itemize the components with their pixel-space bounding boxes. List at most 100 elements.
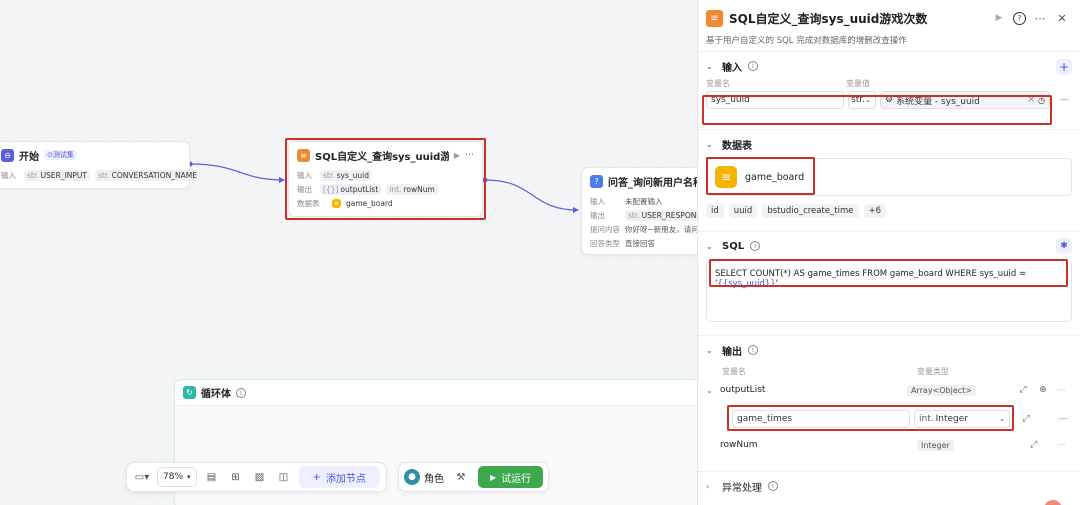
workflow-canvas[interactable]: ⊖ 开始 ⊙测试集 输入 str. USER_INPUT str. CONVERSA… xyxy=(0,0,711,505)
chevron-down-icon[interactable]: ⌄ xyxy=(706,242,716,251)
qa-answer-type-label: 回答类型 xyxy=(590,238,620,248)
more-icon[interactable]: ⋯ xyxy=(465,150,474,160)
output-type: Array<Object> xyxy=(907,384,977,396)
qa-answer-type-value: 直接回答 xyxy=(625,238,655,248)
close-icon[interactable]: ✕ xyxy=(1054,10,1070,26)
test-run-button[interactable]: ▶ 试运行 xyxy=(478,466,544,488)
chevron-down-icon[interactable]: ⌄ xyxy=(706,386,716,395)
qa-input-label: 输入 xyxy=(590,196,605,206)
info-icon[interactable]: i xyxy=(768,481,778,491)
run-node-icon[interactable]: ▶ xyxy=(454,151,460,160)
input-name-field[interactable]: sys_uuid xyxy=(706,91,844,109)
table-card[interactable]: ≡ game_board xyxy=(706,158,1072,196)
frame-icon[interactable]: ◫ xyxy=(275,468,293,486)
sql-query-suffix: ' xyxy=(775,279,778,289)
input-section: ⌄ 输入 i + 变量名 变量值 sys_uuid str. ⌄ ⚙ 系统变量 - s… xyxy=(698,52,1080,130)
sql-node[interactable]: ≡ SQL自定义_查询sys_uuid游戏... ▶ ⋯ 输入 str.sys_… xyxy=(288,141,483,217)
chevron-down-icon[interactable]: ⌄ xyxy=(706,140,716,149)
start-var-conversation-name: str. CONVERSATION_NAME xyxy=(95,169,200,181)
gear-icon: ⚙ xyxy=(885,95,894,105)
info-icon[interactable]: i xyxy=(748,345,758,355)
remove-icon[interactable]: — xyxy=(1057,440,1066,450)
node-config-panel: ≡ SQL自定义_查询sys_uuid游戏次数 ▶ ? ⋯ ✕ 基于用户自定义的… xyxy=(697,0,1080,505)
remove-input-icon[interactable]: — xyxy=(1060,95,1069,105)
chevron-down-icon: ⌄ xyxy=(999,415,1005,423)
output-name: outputList xyxy=(720,385,766,395)
sql-output-label: 输出 xyxy=(297,184,312,194)
input-type-select[interactable]: str. ⌄ xyxy=(848,91,876,109)
table-icon: ≡ xyxy=(332,198,341,208)
remove-icon[interactable]: — xyxy=(1059,414,1068,424)
output-section-title: 输出 xyxy=(722,346,742,358)
expand-icon[interactable]: ⤢ xyxy=(1020,413,1032,425)
output-col-type: 变量类型 xyxy=(917,367,949,376)
output-row-rownum: rowNum Integer ⤢ — xyxy=(720,439,1066,451)
sql-table-name: game_board xyxy=(346,198,393,208)
chevron-down-icon[interactable]: ⌄ xyxy=(706,346,716,355)
start-node[interactable]: ⊖ 开始 ⊙测试集 输入 str. USER_INPUT str. CONVERSA… xyxy=(0,141,200,189)
loop-info-icon[interactable]: i xyxy=(236,387,246,398)
layout-icon[interactable]: ⊞ xyxy=(227,468,245,486)
test-set-badge: ⊙测试集 xyxy=(44,150,77,160)
input-col-value: 变量值 xyxy=(846,79,870,88)
field-chip: uuid xyxy=(728,204,758,218)
edge-sql-qa xyxy=(484,179,579,211)
more-icon[interactable]: ⋯ xyxy=(1032,10,1048,26)
output-row-game-times: game_times int. Integer ⌄ ⤢ — xyxy=(732,410,1068,428)
run-icon[interactable]: ▶ xyxy=(991,10,1007,26)
chevron-down-icon: ⌄ xyxy=(864,96,871,104)
expand-icon[interactable]: ⤢ xyxy=(1028,439,1040,451)
sql-var-sys-uuid: str. sys_uuid xyxy=(320,169,372,181)
qa-question-value: 你好呀~新朋友，请问怎 xyxy=(625,224,707,234)
output-child-type-select[interactable]: int. Integer ⌄ xyxy=(914,410,1010,428)
remove-icon[interactable]: — xyxy=(1057,385,1066,395)
table-name: game_board xyxy=(745,171,805,183)
help-icon[interactable]: ? xyxy=(1013,11,1026,25)
assistant-bubble-icon[interactable] xyxy=(1044,500,1062,505)
sql-node-icon: ≡ xyxy=(297,148,310,162)
input-value-field[interactable]: ⚙ 系统变量 - sys_uuid × ◷ xyxy=(880,91,1050,109)
chevron-down-icon: ▾ xyxy=(187,473,191,481)
panel-title: SQL自定义_查询sys_uuid游戏次数 xyxy=(729,11,928,26)
loop-title: 循环体 xyxy=(201,389,231,400)
sql-var-outputlist: [{}] outputList xyxy=(320,183,382,195)
add-node-button[interactable]: + 添加节点 xyxy=(298,466,380,488)
role-button[interactable]: ● 角色 xyxy=(404,469,444,485)
run-toolbar: ● 角色 ⚒ ▶ 试运行 xyxy=(398,462,550,492)
minimap-icon[interactable]: ▭▾ xyxy=(133,468,151,486)
chevron-down-icon[interactable]: ⌄ xyxy=(706,62,716,71)
info-icon[interactable]: i xyxy=(748,61,758,71)
sql-node-title: SQL自定义_查询sys_uuid游戏... xyxy=(315,151,449,163)
qa-node[interactable]: ? 问答_询问新用户名称 输入 未配置输入 输出 str. USER_RESPONSE… xyxy=(581,167,711,255)
more-fields-chip[interactable]: +6 xyxy=(863,204,887,218)
sql-section-title: SQL xyxy=(722,240,745,252)
panel-sql-icon: ≡ xyxy=(706,9,723,27)
zoom-select[interactable]: 78% ▾ xyxy=(157,467,197,487)
sql-editor[interactable]: SELECT COUNT(*) AS game_times FROM game_… xyxy=(706,260,1072,322)
qa-output-label: 输出 xyxy=(590,210,605,220)
add-child-icon[interactable]: ⊕ xyxy=(1037,384,1049,396)
play-icon: ▶ xyxy=(490,472,497,482)
sql-ai-button[interactable]: ✱ xyxy=(1056,238,1072,254)
comment-icon[interactable]: ▤ xyxy=(203,468,221,486)
chevron-right-icon[interactable]: › xyxy=(706,482,716,491)
info-icon[interactable]: i xyxy=(750,241,761,251)
clock-icon[interactable]: ◷ xyxy=(1038,96,1045,105)
datatable-section-title: 数据表 xyxy=(722,140,752,152)
expand-icon[interactable]: ⤢ xyxy=(1017,384,1029,396)
sql-var-rownum: int. rowNum xyxy=(386,183,438,195)
input-section-title: 输入 xyxy=(722,62,742,74)
image-icon[interactable]: ▨ xyxy=(251,468,269,486)
port-sql-out xyxy=(482,177,488,183)
sql-section: ⌄ SQL i ✱ SELECT COUNT(*) AS game_times FR… xyxy=(698,232,1080,336)
avatar: ● xyxy=(404,469,420,485)
edge-start-sql xyxy=(189,163,285,181)
add-input-button[interactable]: + xyxy=(1056,59,1072,75)
field-chip: bstudio_create_time xyxy=(762,204,859,218)
start-node-icon: ⊖ xyxy=(1,148,14,162)
output-child-name-field[interactable]: game_times xyxy=(732,410,910,428)
loop-icon: ↻ xyxy=(183,386,196,399)
clear-icon[interactable]: × xyxy=(1027,95,1035,105)
wrench-icon[interactable]: ⚒ xyxy=(452,468,470,486)
panel-header: ≡ SQL自定义_查询sys_uuid游戏次数 ▶ ? ⋯ ✕ 基于用户自定义的… xyxy=(698,0,1080,52)
